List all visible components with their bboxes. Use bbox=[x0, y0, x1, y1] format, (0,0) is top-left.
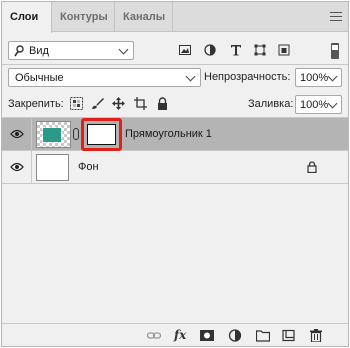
tab-bar: Слои Контуры Каналы bbox=[2, 2, 348, 33]
rectangle-shape-preview bbox=[42, 127, 62, 143]
divider bbox=[31, 118, 32, 151]
eye-icon[interactable] bbox=[10, 162, 24, 172]
link-icon[interactable] bbox=[73, 128, 79, 140]
add-mask-icon[interactable] bbox=[200, 329, 214, 342]
tab-paths[interactable]: Контуры bbox=[52, 2, 115, 32]
fill-value: 100% bbox=[300, 99, 329, 111]
lock-position-icon[interactable] bbox=[112, 97, 125, 110]
filter-toggle[interactable] bbox=[331, 43, 339, 59]
layers-list: Прямоугольник 1 Фон bbox=[2, 118, 348, 323]
chevron-down-icon bbox=[327, 71, 338, 82]
filter-kind-label: Вид bbox=[29, 45, 49, 57]
shape-filter-icon[interactable] bbox=[254, 44, 266, 56]
fill-label: Заливка: bbox=[248, 98, 294, 110]
new-group-icon[interactable] bbox=[256, 329, 270, 342]
panel-menu-icon[interactable] bbox=[330, 12, 342, 21]
divider bbox=[2, 64, 348, 65]
adjustment-layer-icon[interactable] bbox=[228, 329, 242, 342]
mask-preview bbox=[87, 124, 116, 145]
vector-mask-thumbnail[interactable] bbox=[81, 118, 122, 151]
type-filter-icon[interactable] bbox=[230, 44, 242, 56]
image-filter-icon[interactable] bbox=[179, 44, 191, 56]
opacity-label: Непрозрачность: bbox=[204, 71, 291, 83]
divider bbox=[31, 151, 32, 184]
lock-icon[interactable] bbox=[307, 161, 317, 173]
chevron-down-icon bbox=[118, 44, 129, 55]
opacity-field[interactable]: 100% bbox=[295, 68, 342, 87]
fill-field[interactable]: 100% bbox=[295, 95, 342, 114]
eye-icon[interactable] bbox=[10, 129, 24, 139]
tab-channels[interactable]: Каналы bbox=[115, 2, 173, 32]
smart-object-filter-icon[interactable] bbox=[278, 44, 290, 56]
search-icon bbox=[14, 45, 24, 57]
layers-toolbar: fx bbox=[2, 323, 348, 346]
lock-artboard-icon[interactable] bbox=[134, 97, 147, 110]
adjustment-filter-icon[interactable] bbox=[204, 44, 216, 56]
fx-icon[interactable]: fx bbox=[174, 328, 186, 342]
blend-mode-value: Обычные bbox=[15, 72, 64, 84]
blend-mode-select[interactable]: Обычные bbox=[8, 68, 201, 87]
lock-transparent-pixels-icon[interactable] bbox=[70, 97, 83, 110]
chevron-down-icon bbox=[327, 98, 338, 109]
link-layers-icon[interactable] bbox=[147, 329, 161, 342]
tab-layers[interactable]: Слои bbox=[2, 2, 52, 33]
new-layer-icon[interactable] bbox=[282, 329, 296, 342]
opacity-value: 100% bbox=[300, 72, 329, 84]
layers-panel: Слои Контуры Каналы Вид Обычные Непрозра… bbox=[1, 1, 349, 347]
delete-layer-icon[interactable] bbox=[309, 329, 323, 342]
layer-row-rectangle[interactable]: Прямоугольник 1 bbox=[2, 118, 348, 151]
lock-label: Закрепить: bbox=[8, 98, 64, 110]
lock-image-pixels-icon[interactable] bbox=[91, 97, 104, 110]
lock-all-icon[interactable] bbox=[156, 97, 169, 110]
layer-name: Фон bbox=[78, 161, 99, 173]
layer-thumbnail bbox=[36, 121, 71, 148]
layer-thumbnail bbox=[36, 154, 69, 181]
chevron-down-icon bbox=[185, 71, 196, 82]
layer-name: Прямоугольник 1 bbox=[125, 128, 212, 140]
filter-kind-select[interactable]: Вид bbox=[8, 41, 134, 60]
layer-row-background[interactable]: Фон bbox=[2, 151, 348, 184]
